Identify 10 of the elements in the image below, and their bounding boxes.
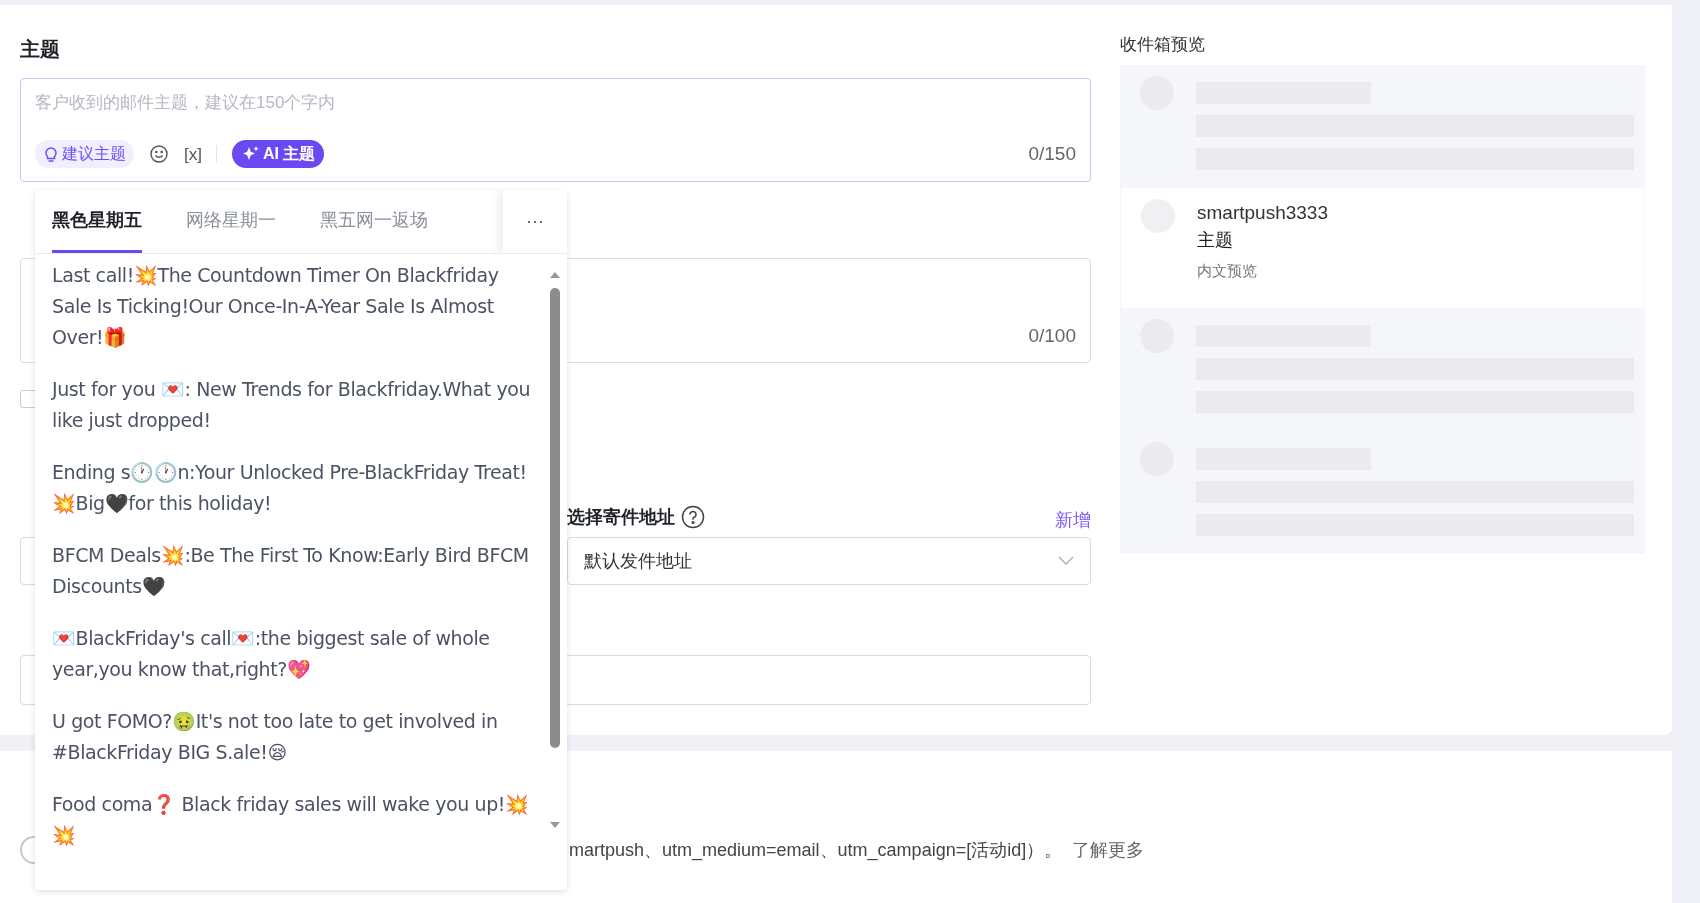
character-counter: 0/100: [1028, 323, 1076, 348]
select-value: 默认发件地址: [583, 549, 692, 573]
message-preview: 内文预览: [1197, 261, 1257, 281]
sender-name: smartpush3333: [1197, 201, 1328, 225]
note-text: martpush、utm_medium=email、utm_campaign=[活动id]）。: [569, 838, 1063, 863]
field-label: 主题: [20, 37, 60, 62]
character-counter: 0/150: [1028, 142, 1076, 166]
field-label: 选择寄件地址: [566, 505, 675, 529]
message-subject: 主题: [1197, 229, 1233, 252]
section-title: 收件箱预览: [1120, 34, 1205, 56]
